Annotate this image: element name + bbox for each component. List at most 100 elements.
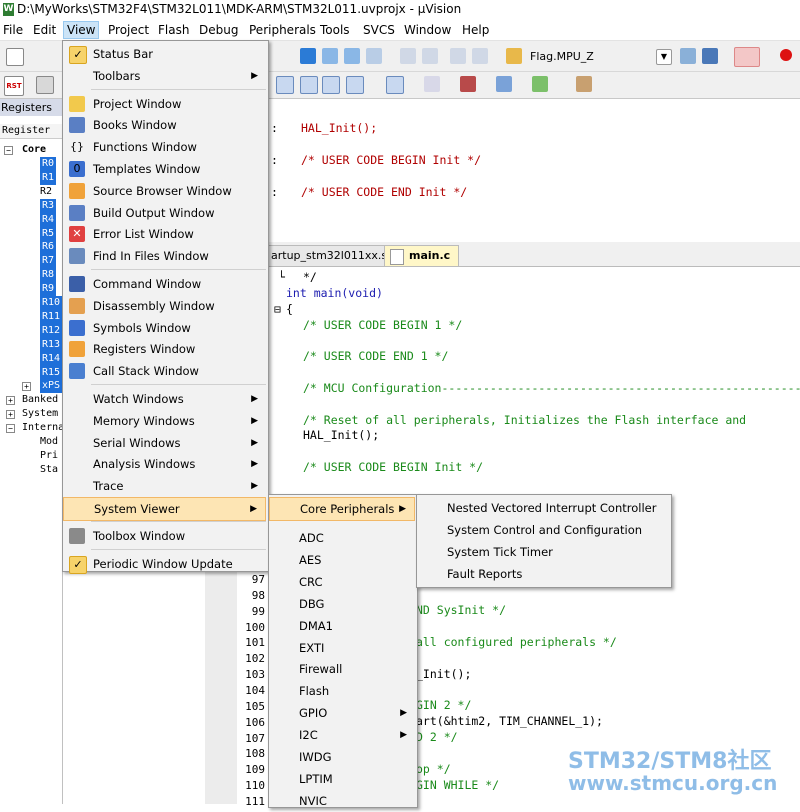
menu-item-label: Serial Windows	[93, 435, 181, 450]
clear-bookmarks-icon[interactable]	[366, 48, 382, 64]
new-file-icon[interactable]	[6, 48, 24, 66]
registers-window-toolbar-icon[interactable]	[300, 76, 318, 94]
watch-window-toolbar-icon[interactable]	[346, 76, 364, 94]
view-menu-item-call-stack-window[interactable]: Call Stack Window	[63, 360, 266, 382]
bookmark-icon[interactable]	[300, 48, 316, 64]
menu-svcs[interactable]: SVCS	[360, 22, 398, 38]
tab-main-c[interactable]: main.c	[384, 245, 460, 266]
line-number: 109	[245, 763, 265, 777]
indent-icon[interactable]	[400, 48, 416, 64]
find-in-files-toolbar-icon[interactable]	[506, 48, 522, 64]
call-stack-toolbar-icon[interactable]	[322, 76, 340, 94]
core-peripherals-item-nested-vectored-interrupt-controller[interactable]: Nested Vectored Interrupt Controller	[417, 497, 669, 519]
view-menu-item-source-browser-window[interactable]: Source Browser Window	[63, 180, 266, 202]
view-menu-item-system-viewer[interactable]: System Viewer ▶	[63, 497, 266, 521]
system-viewer-item-core-peripherals[interactable]: Core Peripherals ▶	[269, 497, 415, 521]
code-line: /* USER CODE BEGIN Init */	[303, 460, 484, 474]
menu-file[interactable]: File	[0, 22, 26, 38]
menu-flash[interactable]: Flash	[155, 22, 192, 38]
system-viewer-item-flash[interactable]: Flash	[269, 680, 415, 702]
view-menu-item-registers-window[interactable]: Registers Window	[63, 338, 266, 360]
menu-item-label: Flash	[299, 684, 330, 699]
menu-project[interactable]: Project	[105, 22, 152, 38]
system-viewer-item-dma1[interactable]: DMA1	[269, 615, 415, 637]
code-line: op */	[416, 762, 451, 776]
memory-window-toolbar-icon[interactable]	[386, 76, 404, 94]
menu-tools[interactable]: Tools	[317, 22, 353, 38]
analysis-window-toolbar-icon[interactable]	[460, 76, 476, 92]
uncomment-icon[interactable]	[472, 48, 488, 64]
debug-session-icon[interactable]	[734, 47, 760, 67]
prev-bookmark-icon[interactable]	[322, 48, 338, 64]
submenu-arrow-icon: ▶	[251, 437, 258, 448]
view-menu-item-status-bar[interactable]: ✓ Status Bar	[63, 43, 266, 65]
view-menu-item-memory-windows[interactable]: Memory Windows ▶	[63, 410, 266, 432]
serial-window-toolbar-icon[interactable]	[424, 76, 440, 92]
core-peripherals-item-system-control-and-configuration[interactable]: System Control and Configuration	[417, 519, 669, 541]
tab-main-c-label: main.c	[409, 249, 451, 262]
menu-item-label: Analysis Windows	[93, 457, 196, 472]
toolbox-toolbar-icon[interactable]	[576, 76, 592, 92]
menu-item-label: Project Window	[93, 96, 182, 111]
menu-view[interactable]: View	[63, 21, 100, 39]
view-menu-item-find-in-files-window[interactable]: Find In Files Window	[63, 245, 266, 267]
core-peripherals-item-system-tick-timer[interactable]: System Tick Timer	[417, 541, 669, 563]
dropdown-arrow-icon[interactable]: ▼	[656, 49, 672, 65]
incremental-find-icon[interactable]	[702, 48, 718, 64]
menu-debug[interactable]: Debug	[196, 22, 241, 38]
tab-startup-file[interactable]: artup_stm32l011xx.s	[262, 245, 397, 266]
view-menu-item-trace[interactable]: Trace ▶	[63, 475, 266, 497]
comment-icon[interactable]	[450, 48, 466, 64]
top-code-editor[interactable]: : : : HAL_Init(); /* USER CODE BEGIN Ini…	[268, 99, 800, 237]
menu-edit[interactable]: Edit	[30, 22, 59, 38]
view-menu-item-toolbars[interactable]: Toolbars ▶	[63, 65, 266, 87]
next-bookmark-icon[interactable]	[344, 48, 360, 64]
menu-item-label: Find In Files Window	[93, 249, 209, 264]
check-icon: ✓	[69, 46, 87, 64]
system-viewer-item-i2c[interactable]: I2C ▶	[269, 724, 415, 746]
core-peripherals-item-fault-reports[interactable]: Fault Reports	[417, 563, 669, 585]
system-viewer-item-lptim[interactable]: LPTIM	[269, 768, 415, 790]
menu-help[interactable]: Help	[459, 22, 492, 38]
system-viewer-item-dbg[interactable]: DBG	[269, 593, 415, 615]
system-viewer-item-firewall[interactable]: Firewall	[269, 658, 415, 680]
menu-item-label: Toolbars	[93, 68, 141, 83]
view-menu-item-toolbox-window[interactable]: Toolbox Window	[63, 525, 266, 547]
system-viewer-item-iwdg[interactable]: IWDG	[269, 746, 415, 768]
view-menu-item-serial-windows[interactable]: Serial Windows ▶	[63, 432, 266, 454]
view-menu-item-analysis-windows[interactable]: Analysis Windows ▶	[63, 453, 266, 475]
reset-icon[interactable]: RST	[4, 76, 24, 96]
view-menu-item-symbols-window[interactable]: Symbols Window	[63, 317, 266, 339]
system-viewer-item-crc[interactable]: CRC	[269, 571, 415, 593]
menu-peripherals[interactable]: Peripherals	[246, 22, 319, 38]
view-menu-item-functions-window[interactable]: {} Functions Window	[63, 136, 266, 158]
system-viewer-item-adc[interactable]: ADC	[269, 527, 415, 549]
build-output-icon	[69, 204, 85, 221]
view-menu-item-build-output-window[interactable]: Build Output Window	[63, 202, 266, 224]
view-menu-item-periodic-window-update[interactable]: ✓ Periodic Window Update	[63, 553, 266, 575]
symbols-window-toolbar-icon[interactable]	[276, 76, 294, 94]
register-column-header[interactable]: Register	[0, 124, 62, 139]
view-menu-item-error-list-window[interactable]: ✕ Error List Window	[63, 223, 266, 245]
system-viewer-item-aes[interactable]: AES	[269, 549, 415, 571]
trace-toolbar-icon[interactable]	[496, 76, 512, 92]
run-icon[interactable]	[36, 76, 54, 94]
view-menu-item-command-window[interactable]: Command Window	[63, 273, 266, 295]
system-viewer-item-gpio[interactable]: GPIO ▶	[269, 702, 415, 724]
view-menu-item-books-window[interactable]: Books Window	[63, 114, 266, 136]
system-viewer-item-exti[interactable]: EXTI	[269, 637, 415, 659]
system-viewer-toolbar-icon[interactable]	[532, 76, 548, 92]
code-line: {	[286, 302, 293, 316]
unindent-icon[interactable]	[422, 48, 438, 64]
breakpoint-icon[interactable]	[780, 49, 792, 61]
view-menu-item-project-window[interactable]: Project Window	[63, 93, 266, 115]
view-menu-item-templates-window[interactable]: 0 Templates Window	[63, 158, 266, 180]
menu-item-label: Call Stack Window	[93, 364, 199, 379]
menu-window[interactable]: Window	[401, 22, 454, 38]
find-icon[interactable]	[680, 48, 696, 64]
view-menu-item-watch-windows[interactable]: Watch Windows ▶	[63, 388, 266, 410]
target-select-text[interactable]: Flag.MPU_Z	[530, 50, 594, 63]
system-viewer-item-nvic[interactable]: NVIC	[269, 790, 415, 812]
view-menu-item-disassembly-window[interactable]: Disassembly Window	[63, 295, 266, 317]
code-line: ND SysInit */	[416, 603, 507, 617]
